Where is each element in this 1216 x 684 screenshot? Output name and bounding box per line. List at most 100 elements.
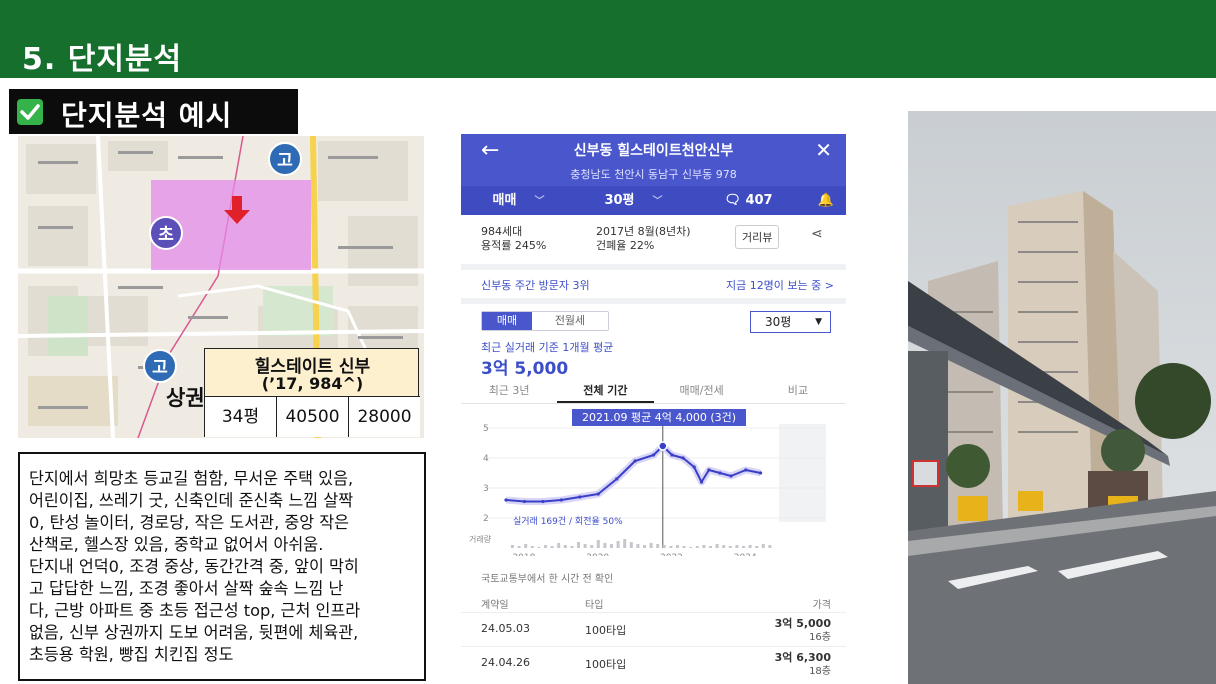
bell-icon[interactable]: 🔔 — [806, 186, 846, 215]
high-school-badge-2: 고 — [143, 349, 177, 383]
rent-toggle[interactable]: 전월세 — [532, 312, 608, 330]
visitor-rank: 신부동 주간 방문자 3위 — [481, 279, 590, 292]
table-header: 계약일 타입 가격 — [461, 594, 846, 612]
caret-down-icon: ▼ — [815, 317, 822, 327]
volume-bar — [695, 546, 699, 548]
note-line: 다, 근방 아파트 중 초등 접근성 top, 근처 인프라 — [29, 601, 361, 620]
range-tab-3y[interactable]: 최근 3년 — [461, 378, 557, 403]
sale-toggle[interactable]: 매매 — [482, 312, 532, 330]
floor-area-ratio: 용적률 245% — [481, 239, 547, 252]
chart-future-region — [779, 424, 826, 522]
range-tab-compare[interactable]: 비교 — [750, 378, 846, 403]
visitor-bar[interactable]: 신부동 주간 방문자 3위 지금 12명이 보는 중 > — [461, 272, 846, 296]
section-title: 단지분석 예시 — [61, 99, 233, 132]
volume-bar — [761, 544, 765, 548]
volume-bar — [702, 545, 706, 548]
y-tick-label: 3 — [483, 484, 489, 494]
size-cell: 34평 — [205, 397, 277, 437]
chart-data-point — [615, 477, 619, 481]
share-icon[interactable]: ⋖ — [811, 226, 823, 242]
volume-bar — [610, 544, 613, 548]
volume-bar — [537, 547, 541, 548]
price-chart: 2 3 4 5 실거래 169건 / 회전율 50% 거래량 2018 2020 2022 202… — [469, 424, 826, 556]
volume-bar — [577, 542, 580, 548]
volume-bar — [623, 539, 627, 548]
chart-data-point — [718, 471, 722, 475]
y-tick-label: 2 — [483, 514, 489, 524]
size-tab[interactable]: 30평 ﹀ — [576, 186, 691, 215]
complex-info: 984세대 용적률 245% 2017년 8월(8년차) 건폐율 22% 거리뷰 ⋖ — [461, 220, 846, 260]
note-line: 단지내 언덕0, 조경 중상, 동간간격 중, 앞이 막히 — [29, 557, 359, 576]
volume-bar — [524, 544, 528, 548]
chart-data-point — [729, 474, 733, 478]
volume-bar — [742, 546, 745, 548]
note-line: 0, 탄성 놀이터, 경로당, 작은 도서관, 중앙 작은 — [29, 513, 350, 532]
sale-price-cell: 40500 — [277, 397, 349, 437]
apartment-summary-box: 힐스테이트 신부 (’17, 984^) 34평 40500 28000 — [204, 348, 420, 437]
chevron-down-icon: ﹀ — [534, 196, 545, 207]
volume-bar — [583, 544, 587, 548]
comment-icon: 🗨 — [724, 193, 746, 208]
close-icon[interactable]: ✕ — [815, 138, 832, 162]
slide-title: 5. 단지분석 — [22, 42, 183, 77]
volume-bar — [563, 545, 567, 548]
volume-label: 거래량 — [469, 534, 492, 544]
volume-bar — [709, 546, 712, 548]
chart-data-point — [651, 453, 656, 457]
building-coverage: 건폐율 22% — [596, 239, 655, 252]
volume-bar — [557, 543, 561, 548]
range-tabs: 최근 3년 전체 기간 매매/전세 비교 — [461, 378, 846, 404]
section-label: 단지분석 예시 — [9, 89, 298, 134]
note-line: 단지에서 희망초 등교길 험함, 무서운 주택 있음, — [29, 469, 354, 488]
col-date: 계약일 — [481, 600, 509, 611]
elementary-school-badge: 초 — [149, 216, 183, 250]
volume-bar — [662, 545, 666, 548]
chart-series-line — [505, 445, 761, 503]
volume-bar — [550, 546, 554, 548]
table-row[interactable]: 24.05.03 100타입 3억 5,000 16층 — [461, 612, 846, 643]
chart-data-point — [758, 471, 763, 475]
volume-bar — [715, 544, 719, 548]
volume-bar — [511, 545, 514, 548]
chart-data-point — [541, 499, 545, 504]
chart-data-point — [578, 495, 582, 499]
size-select[interactable]: 30평 ▼ — [750, 311, 831, 333]
comments-tab[interactable]: 🗨 407 — [691, 186, 806, 215]
volume-bar — [768, 545, 772, 548]
x-tick-label: 2022 — [660, 553, 683, 556]
app-header: ← 신부동 힐스테이트천안신부 ✕ 충청남도 천안시 동남구 신부동 978 매… — [461, 134, 846, 215]
slide-header: 5. 단지분석 — [0, 0, 1216, 78]
chart-peak-point — [658, 441, 668, 451]
data-source: 국토교통부에서 한 시간 전 확인 — [481, 574, 614, 585]
chart-data-point — [692, 465, 696, 469]
volume-bar — [590, 545, 594, 548]
range-tab-sale-jeonse[interactable]: 매매/전세 — [654, 378, 750, 403]
average-label: 최근 실거래 기준 1개월 평균 — [481, 341, 614, 354]
high-school-badge: 고 — [268, 142, 302, 176]
chart-data-point — [522, 499, 527, 504]
note-line: 고 답답한 느낌, 조경 좋아서 살짝 숲속 느낌 난 — [29, 579, 344, 598]
chart-data-point — [596, 492, 600, 496]
range-tab-all[interactable]: 전체 기간 — [557, 378, 654, 403]
table-row[interactable]: 24.04.26 100타입 3억 6,300 18층 — [461, 646, 846, 677]
household-count: 984세대 — [481, 225, 523, 238]
chart-data-point — [699, 480, 704, 484]
chart-data-point — [670, 453, 674, 457]
volume-bar — [676, 545, 679, 548]
average-price: 3억 5,000 — [481, 359, 569, 379]
chart-data-point — [504, 498, 508, 502]
chart-data-point — [744, 468, 748, 472]
chart-data-point — [633, 459, 637, 463]
trade-toggle: 매매 전월세 — [481, 311, 609, 331]
volume-bar — [629, 542, 633, 548]
note-line: 산책로, 헬스장 있음, 중학교 없어서 아쉬움. — [29, 535, 324, 554]
volume-bar — [649, 543, 653, 548]
volume-bar — [748, 545, 752, 548]
analysis-notes: 단지에서 희망초 등교길 험함, 무서운 주택 있음, 어린이집, 쓰레기 굿,… — [18, 452, 426, 681]
viewers-now-link[interactable]: 지금 12명이 보는 중 > — [726, 277, 834, 293]
volume-bar — [722, 545, 726, 548]
volume-bar — [530, 546, 534, 548]
apartment-year-units: (’17, 984^) — [261, 374, 364, 393]
trade-type-tab[interactable]: 매매 ﹀ — [461, 186, 576, 215]
road-view-button[interactable]: 거리뷰 — [735, 225, 780, 249]
